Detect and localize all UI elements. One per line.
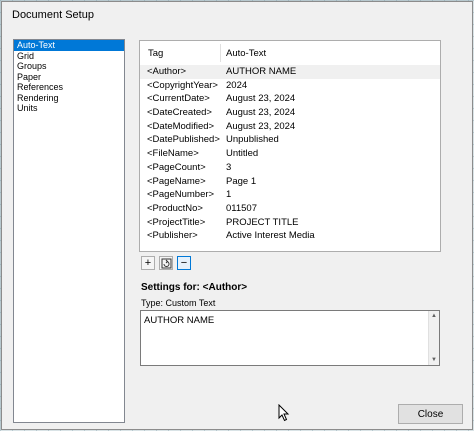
tag-cell: <CurrentDate>	[147, 93, 210, 105]
table-row[interactable]: <CurrentDate> August 23, 2024	[140, 92, 440, 106]
table-row[interactable]: <ProductNo> 011507	[140, 202, 440, 216]
window-title: Document Setup	[12, 9, 94, 21]
table-row[interactable]: <PageName> Page 1	[140, 175, 440, 189]
value-cell: Untitled	[226, 148, 259, 160]
custom-text-value: AUTHOR NAME	[144, 315, 215, 326]
custom-text-field[interactable]: AUTHOR NAME ▲ ▼	[140, 310, 440, 366]
value-cell: AUTHOR NAME	[226, 66, 297, 77]
plus-icon: +	[144, 256, 152, 269]
value-cell: August 23, 2024	[226, 93, 296, 105]
auto-text-table[interactable]: Tag Auto-Text <Author> AUTHOR NAME <Copyr…	[139, 40, 441, 252]
column-divider[interactable]	[220, 44, 221, 62]
column-header-auto-text[interactable]: Auto-Text	[226, 48, 266, 59]
tag-cell: <DatePublished>	[147, 134, 220, 146]
table-row[interactable]: <PageNumber> 1	[140, 188, 440, 202]
column-header-tag[interactable]: Tag	[148, 48, 163, 59]
close-button[interactable]: Close	[398, 404, 463, 424]
tag-cell: <ProjectTitle>	[147, 216, 206, 228]
mouse-cursor-icon	[278, 404, 290, 422]
category-list[interactable]: Auto-Text Grid Groups Paper References R…	[13, 39, 125, 423]
add-tag-button[interactable]: +	[141, 256, 155, 270]
type-label: Type: Custom Text	[141, 298, 216, 308]
tag-cell: <DateModified>	[147, 120, 215, 132]
title-bar[interactable]: Document Setup	[2, 2, 472, 28]
table-row[interactable]: <CopyrightYear> 2024	[140, 79, 440, 93]
tag-cell: <Author>	[147, 66, 187, 77]
category-item-units[interactable]: Units	[14, 103, 124, 114]
refresh-icon	[161, 258, 171, 268]
tag-cell: <PageName>	[147, 175, 206, 187]
table-rows: <Author> AUTHOR NAME <CopyrightYear> 2024 …	[140, 65, 440, 243]
value-cell: PROJECT TITLE	[226, 216, 299, 228]
value-cell: Unpublished	[226, 134, 279, 146]
value-cell: Active Interest Media	[226, 230, 315, 242]
tag-cell: <ProductNo>	[147, 202, 203, 214]
table-row[interactable]: <FileName> Untitled	[140, 147, 440, 161]
minus-icon: −	[180, 256, 188, 269]
category-item-grid[interactable]: Grid	[14, 51, 124, 62]
tag-cell: <PageNumber>	[147, 189, 215, 201]
table-header: Tag Auto-Text	[140, 41, 440, 66]
refresh-tag-button[interactable]	[159, 256, 173, 270]
tag-cell: <DateCreated>	[147, 107, 212, 119]
settings-title: Settings for: <Author>	[141, 282, 248, 293]
tag-cell: <PageCount>	[147, 161, 206, 173]
category-item-auto-text[interactable]: Auto-Text	[14, 40, 124, 51]
value-cell: August 23, 2024	[226, 107, 296, 119]
table-row[interactable]: <DatePublished> Unpublished	[140, 133, 440, 147]
value-cell: August 23, 2024	[226, 120, 296, 132]
remove-tag-button[interactable]: −	[177, 256, 191, 270]
table-row[interactable]: <DateCreated> August 23, 2024	[140, 106, 440, 120]
table-row[interactable]: <Author> AUTHOR NAME	[140, 65, 440, 79]
table-row[interactable]: <PageCount> 3	[140, 161, 440, 175]
tag-cell: <CopyrightYear>	[147, 79, 218, 91]
value-cell: 011507	[226, 202, 257, 214]
category-item-paper[interactable]: Paper	[14, 72, 124, 83]
category-item-rendering[interactable]: Rendering	[14, 93, 124, 104]
tag-cell: <Publisher>	[147, 230, 198, 242]
text-scrollbar[interactable]: ▲ ▼	[428, 311, 439, 365]
document-setup-dialog: Document Setup Auto-Text Grid Groups Pap…	[1, 1, 473, 430]
value-cell: 3	[226, 161, 232, 173]
category-item-groups[interactable]: Groups	[14, 61, 124, 72]
category-item-references[interactable]: References	[14, 82, 124, 93]
value-cell: 1	[226, 189, 232, 201]
value-cell: 2024	[226, 79, 248, 91]
table-row[interactable]: <ProjectTitle> PROJECT TITLE	[140, 216, 440, 230]
tag-cell: <FileName>	[147, 148, 199, 160]
scroll-up-icon[interactable]: ▲	[430, 313, 438, 319]
scroll-down-icon[interactable]: ▼	[430, 357, 438, 363]
table-row[interactable]: <DateModified> August 23, 2024	[140, 120, 440, 134]
value-cell: Page 1	[226, 175, 257, 187]
table-row[interactable]: <Publisher> Active Interest Media	[140, 229, 440, 243]
